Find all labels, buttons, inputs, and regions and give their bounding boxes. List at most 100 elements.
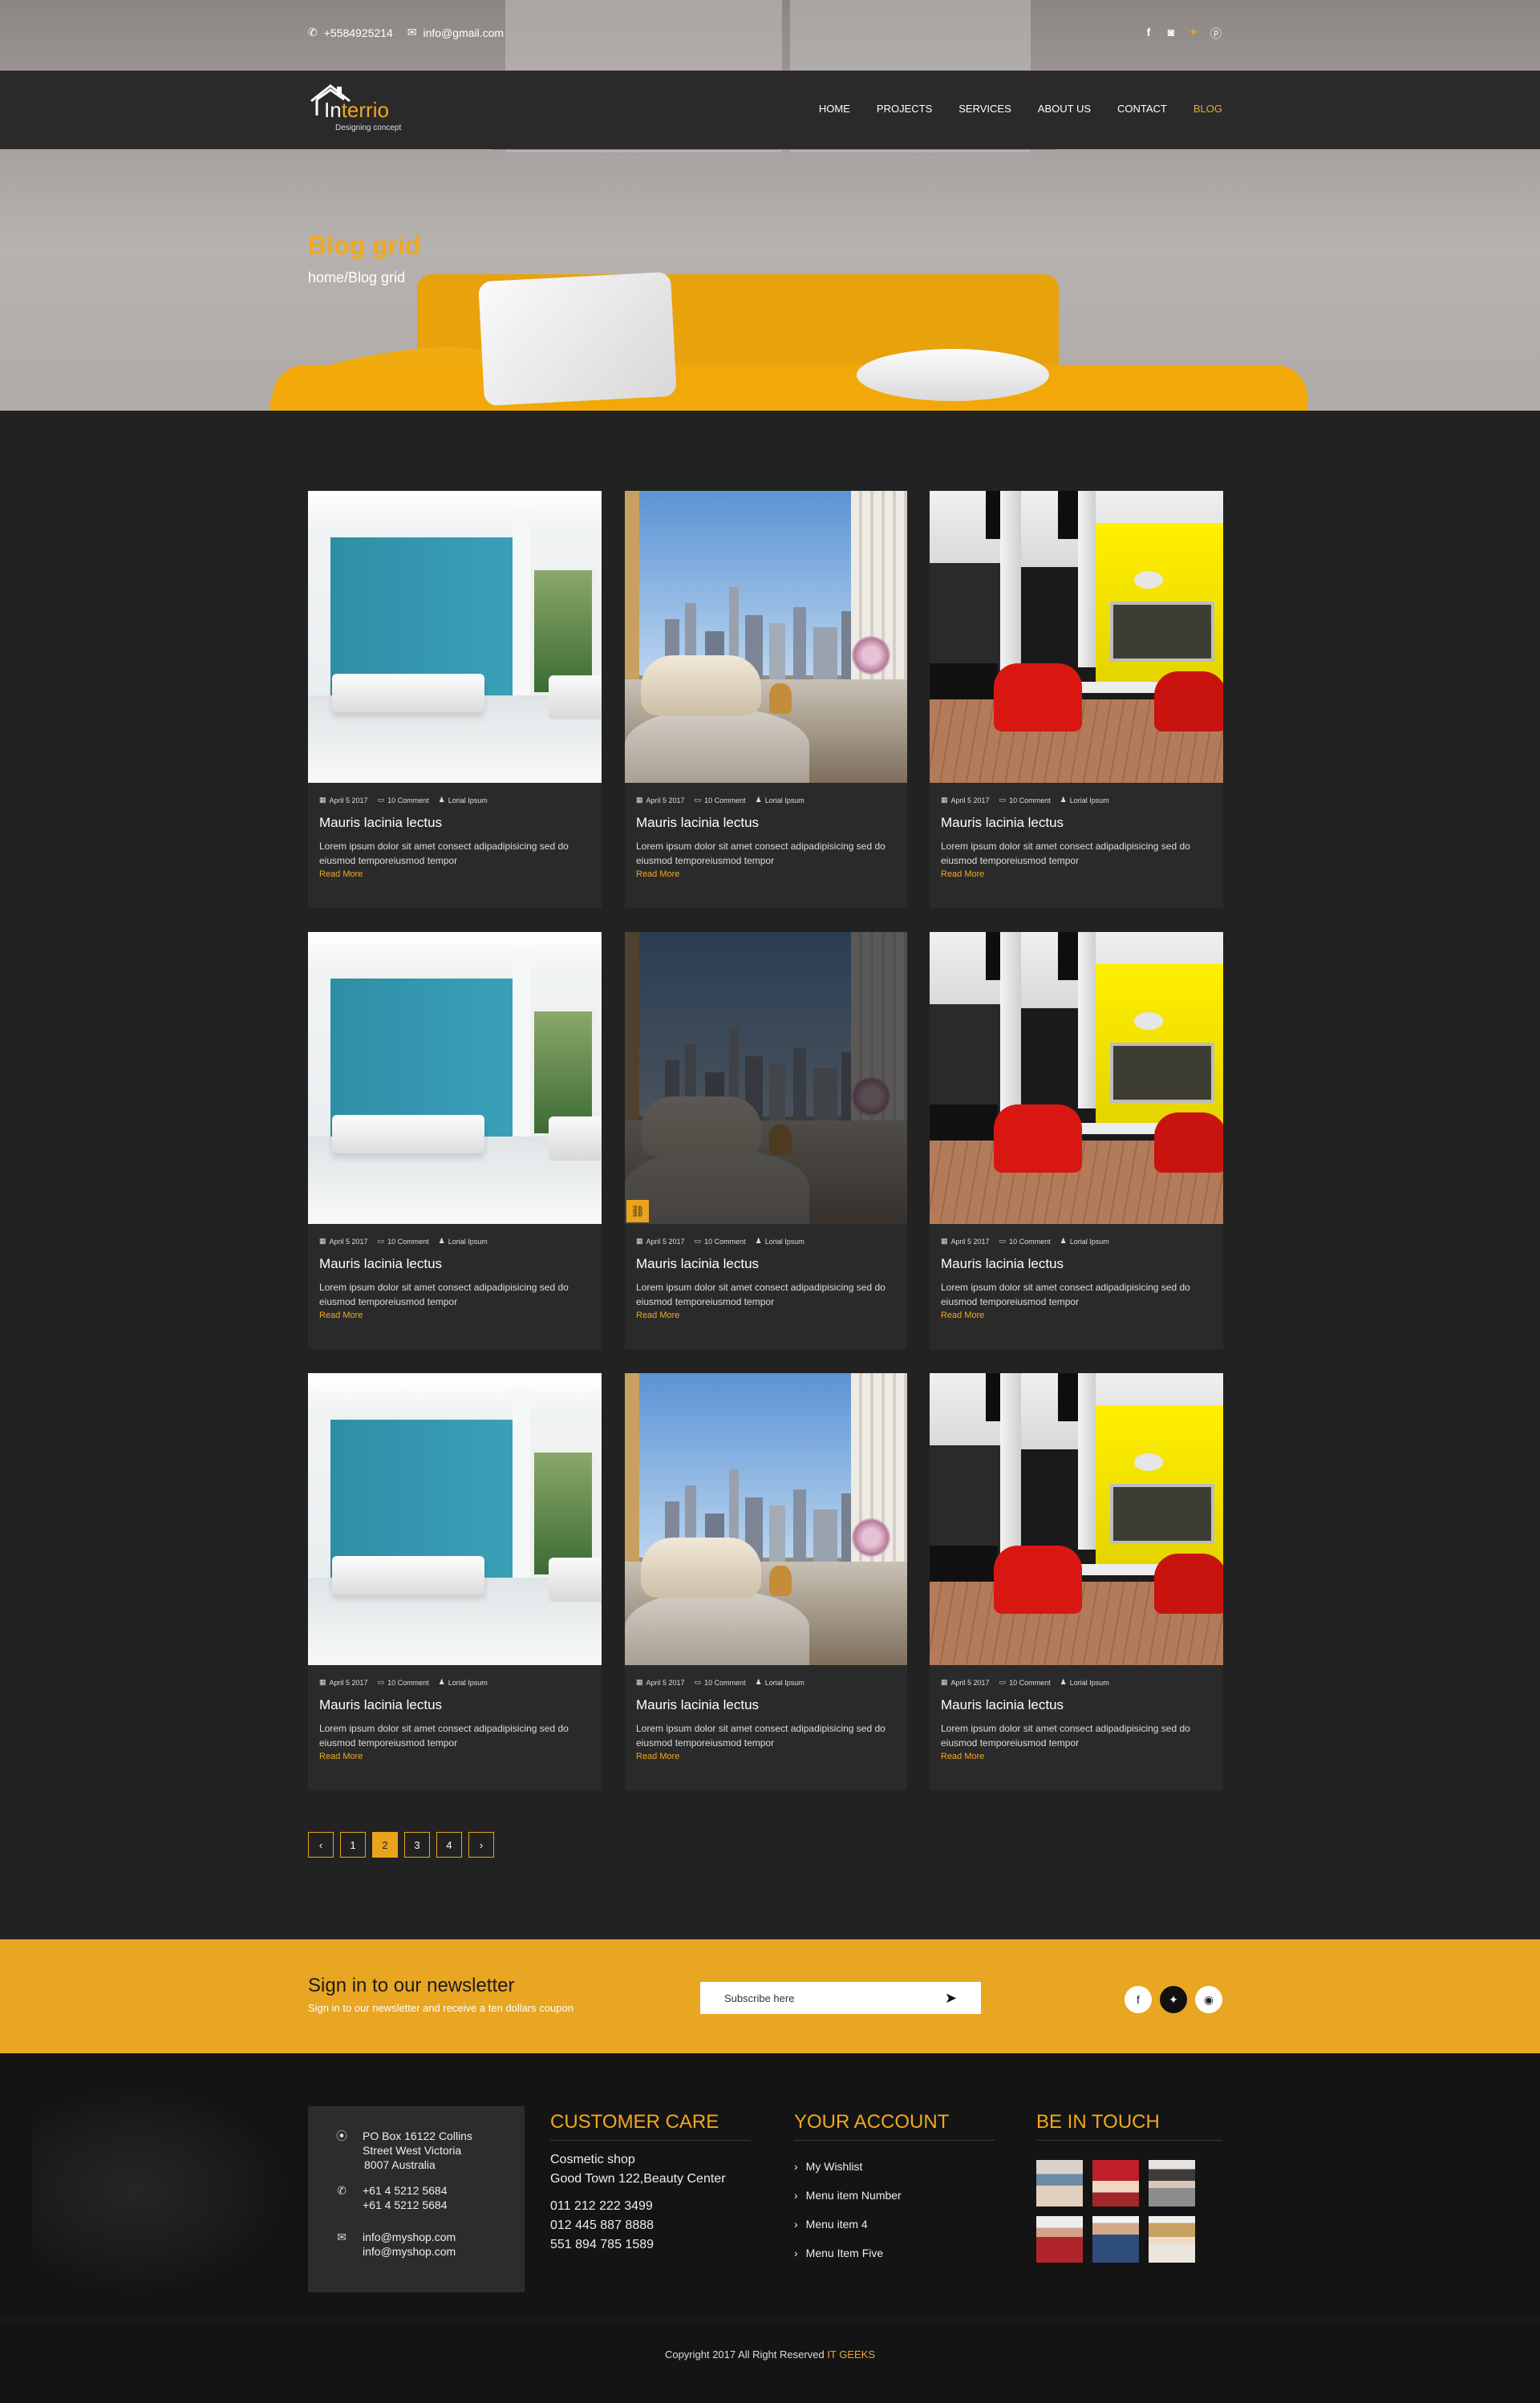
top-email[interactable]: ✉ info@gmail.com xyxy=(407,26,504,39)
post-author[interactable]: ♟ Lorial Ipsum xyxy=(756,796,804,804)
nav-projects[interactable]: PROJECTS xyxy=(877,103,932,115)
facebook-icon[interactable]: f xyxy=(1142,26,1155,42)
blog-card-title[interactable]: Mauris lacinia lectus xyxy=(319,1697,442,1713)
blog-card[interactable]: ⛓ ▦ April 5 2017 ▭ 10 Comment ♟ Lorial Ipsum Ma… xyxy=(625,932,907,1349)
blog-card-title[interactable]: Mauris lacinia lectus xyxy=(636,1697,759,1713)
nav-about-us[interactable]: ABOUT US xyxy=(1038,103,1091,115)
pagination-page-2[interactable]: 2 xyxy=(372,1832,398,1858)
nav-contact[interactable]: CONTACT xyxy=(1117,103,1167,115)
blog-card[interactable]: ▦ April 5 2017 ▭ 10 Comment ♟ Lorial Ipsum Mau… xyxy=(308,491,602,908)
blog-card-title[interactable]: Mauris lacinia lectus xyxy=(319,1256,442,1272)
post-author[interactable]: ♟ Lorial Ipsum xyxy=(439,796,488,804)
post-comments[interactable]: ▭ 10 Comment xyxy=(378,796,429,804)
footer-care-phone[interactable]: 551 894 785 1589 xyxy=(550,2235,751,2255)
blog-card-title[interactable]: Mauris lacinia lectus xyxy=(636,1256,759,1272)
read-more-link[interactable]: Read More xyxy=(319,1752,363,1761)
pagination-page-4[interactable]: 4 xyxy=(436,1832,462,1858)
blog-card-meta: ▦ April 5 2017 ▭ 10 Comment ♟ Lorial Ipsum xyxy=(941,796,1109,804)
footer-photo[interactable] xyxy=(1149,2216,1195,2263)
blog-card-image[interactable] xyxy=(308,491,602,783)
footer-phone[interactable]: +61 4 5212 5684 xyxy=(363,2183,448,2198)
read-more-link[interactable]: Read More xyxy=(636,1311,679,1320)
rss-icon[interactable]: ◉ xyxy=(1195,1986,1222,2013)
footer-photo[interactable] xyxy=(1092,2216,1139,2263)
blog-card-image[interactable] xyxy=(930,1373,1223,1665)
blog-card-image[interactable] xyxy=(625,1373,907,1665)
post-comments[interactable]: ▭ 10 Comment xyxy=(999,796,1051,804)
footer-photo[interactable] xyxy=(1149,2160,1195,2206)
copyright-brand[interactable]: IT GEEKS xyxy=(827,2348,875,2360)
blog-card[interactable]: ▦ April 5 2017 ▭ 10 Comment ♟ Lorial Ipsum Mau… xyxy=(930,932,1223,1349)
post-author[interactable]: ♟ Lorial Ipsum xyxy=(756,1678,804,1687)
post-author[interactable]: ♟ Lorial Ipsum xyxy=(439,1237,488,1246)
read-more-link[interactable]: Read More xyxy=(941,869,984,879)
top-phone[interactable]: ✆ +5584925214 xyxy=(308,26,393,39)
link-icon[interactable]: ⛓ xyxy=(626,1200,649,1222)
pagination-page-3[interactable]: 3 xyxy=(404,1832,430,1858)
location-pin-icon: ⦿ xyxy=(336,2129,347,2142)
post-comments[interactable]: ▭ 10 Comment xyxy=(999,1678,1051,1687)
post-comments[interactable]: ▭ 10 Comment xyxy=(695,1237,746,1246)
blog-card-image[interactable] xyxy=(930,491,1223,783)
footer-photo[interactable] xyxy=(1036,2160,1083,2206)
footer-account-item[interactable]: › My Wishlist xyxy=(794,2152,995,2181)
breadcrumb[interactable]: home/Blog grid xyxy=(308,269,405,286)
blog-card-image[interactable]: ⛓ xyxy=(625,932,907,1224)
footer-phone[interactable]: +61 4 5212 5684 xyxy=(363,2198,448,2212)
nav-blog[interactable]: BLOG xyxy=(1194,103,1222,115)
footer-email[interactable]: info@myshop.com xyxy=(363,2230,456,2244)
footer-email[interactable]: info@myshop.com xyxy=(363,2244,456,2259)
instagram-icon[interactable]: ◙ xyxy=(1165,26,1177,42)
post-author[interactable]: ♟ Lorial Ipsum xyxy=(1060,796,1109,804)
nav-services[interactable]: SERVICES xyxy=(958,103,1011,115)
facebook-icon[interactable]: f xyxy=(1125,1986,1152,2013)
site-logo[interactable]: Interrio Designing concept xyxy=(308,83,420,132)
post-author[interactable]: ♟ Lorial Ipsum xyxy=(439,1678,488,1687)
pagination-prev[interactable]: ‹ xyxy=(308,1832,334,1858)
blog-card[interactable]: ▦ April 5 2017 ▭ 10 Comment ♟ Lorial Ipsum Mau… xyxy=(625,1373,907,1790)
twitter-icon[interactable]: ✦ xyxy=(1160,1986,1187,2013)
read-more-link[interactable]: Read More xyxy=(636,1752,679,1761)
blog-card-title[interactable]: Mauris lacinia lectus xyxy=(636,815,759,831)
post-author[interactable]: ♟ Lorial Ipsum xyxy=(756,1237,804,1246)
send-icon[interactable]: ➤ xyxy=(945,1990,957,2007)
post-comments[interactable]: ▭ 10 Comment xyxy=(378,1678,429,1687)
footer-care-phone[interactable]: 011 212 222 3499 xyxy=(550,2197,751,2216)
footer-photo[interactable] xyxy=(1036,2216,1083,2263)
blog-card[interactable]: ▦ April 5 2017 ▭ 10 Comment ♟ Lorial Ipsum Mau… xyxy=(308,1373,602,1790)
post-comments[interactable]: ▭ 10 Comment xyxy=(695,1678,746,1687)
read-more-link[interactable]: Read More xyxy=(941,1311,984,1320)
blog-card-image[interactable] xyxy=(625,491,907,783)
post-comments[interactable]: ▭ 10 Comment xyxy=(378,1237,429,1246)
pagination-next[interactable]: › xyxy=(468,1832,494,1858)
blog-card[interactable]: ▦ April 5 2017 ▭ 10 Comment ♟ Lorial Ipsum Mau… xyxy=(930,491,1223,908)
read-more-link[interactable]: Read More xyxy=(941,1752,984,1761)
post-comments[interactable]: ▭ 10 Comment xyxy=(999,1237,1051,1246)
twitter-icon[interactable]: ✦ xyxy=(1187,26,1200,42)
post-author[interactable]: ♟ Lorial Ipsum xyxy=(1060,1237,1109,1246)
blog-card[interactable]: ▦ April 5 2017 ▭ 10 Comment ♟ Lorial Ipsum Mau… xyxy=(625,491,907,908)
nav-home[interactable]: HOME xyxy=(819,103,850,115)
blog-card-title[interactable]: Mauris lacinia lectus xyxy=(319,815,442,831)
footer-account-item[interactable]: › Menu Item Five xyxy=(794,2239,995,2267)
read-more-link[interactable]: Read More xyxy=(636,869,679,879)
blog-card-title[interactable]: Mauris lacinia lectus xyxy=(941,1256,1064,1272)
post-comments[interactable]: ▭ 10 Comment xyxy=(695,796,746,804)
blog-card-image[interactable] xyxy=(308,932,602,1224)
footer-account-item[interactable]: › Menu item 4 xyxy=(794,2210,995,2239)
blog-card-image[interactable] xyxy=(930,932,1223,1224)
post-author[interactable]: ♟ Lorial Ipsum xyxy=(1060,1678,1109,1687)
blog-card[interactable]: ▦ April 5 2017 ▭ 10 Comment ♟ Lorial Ipsum Mau… xyxy=(930,1373,1223,1790)
blog-card[interactable]: ▦ April 5 2017 ▭ 10 Comment ♟ Lorial Ipsum Mau… xyxy=(308,932,602,1349)
read-more-link[interactable]: Read More xyxy=(319,869,363,879)
footer-photo[interactable] xyxy=(1092,2160,1139,2206)
footer-account-item[interactable]: › Menu item Number xyxy=(794,2181,995,2210)
pinterest-icon[interactable]: ⓟ xyxy=(1210,26,1222,42)
blog-card-title[interactable]: Mauris lacinia lectus xyxy=(941,815,1064,831)
blog-card-title[interactable]: Mauris lacinia lectus xyxy=(941,1697,1064,1713)
newsletter-email-input[interactable] xyxy=(724,1992,925,2004)
pagination-page-1[interactable]: 1 xyxy=(340,1832,366,1858)
read-more-link[interactable]: Read More xyxy=(319,1311,363,1320)
blog-card-image[interactable] xyxy=(308,1373,602,1665)
footer-care-phone[interactable]: 012 445 887 8888 xyxy=(550,2216,751,2235)
